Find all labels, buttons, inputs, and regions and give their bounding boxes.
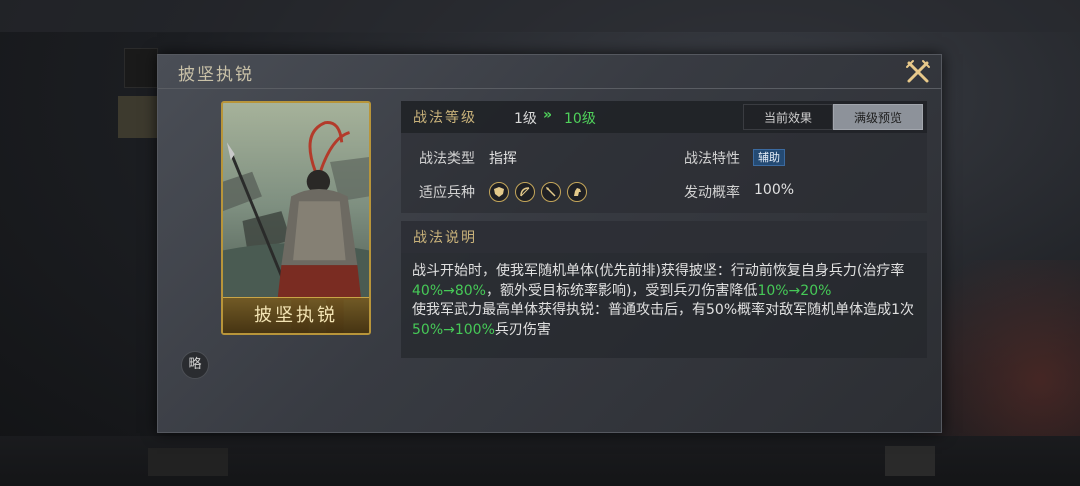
level-label: 战法等级 (413, 110, 477, 126)
description-header: 战法说明 (401, 221, 927, 253)
horse-icon (567, 182, 587, 202)
spear-icon (541, 182, 561, 202)
card-name-plate: 披坚执锐 (223, 297, 369, 333)
tactic-card: 披坚执锐 (221, 101, 371, 335)
tactic-trait-label: 战法特性 (684, 151, 740, 167)
activation-rate-value: 100% (754, 182, 795, 198)
level-bar: 战法等级 1级 » 10级 当前效果 满级预览 (401, 101, 927, 133)
background-bottom-bar (0, 436, 1080, 486)
background-top-bar (0, 0, 1080, 32)
bow-icon (515, 182, 535, 202)
level-from: 1级 (514, 111, 537, 127)
background-button-right (885, 446, 935, 476)
description-highlight: 50%→100% (412, 321, 495, 338)
double-chevron-right-icon: » (543, 107, 553, 123)
description-text-part: 兵刃伤害 (494, 321, 551, 338)
description-text-part: 战斗开始时，使我军随机单体(优先前排)获得披坚：行动前恢复自身兵力(治疗率 (412, 263, 905, 279)
tab-max-level-preview[interactable]: 满级预览 (833, 104, 923, 130)
description-highlight: 10%→20% (757, 282, 832, 299)
description-text-part: 使我军武力最高单体获得执锐：普通攻击后，有50%概率对敌军随机单体造成1次 (412, 302, 915, 318)
description-title: 战法说明 (413, 230, 477, 246)
crossed-swords-close-icon (906, 60, 930, 83)
background-slot (124, 48, 158, 88)
tab-current-effect[interactable]: 当前效果 (743, 104, 833, 130)
tactic-trait-badge: 辅助 (753, 149, 785, 166)
troop-types-label: 适应兵种 (419, 185, 475, 201)
background-button-left (148, 448, 228, 476)
activation-rate-label: 发动概率 (684, 185, 740, 201)
description-text: 战斗开始时，使我军随机单体(优先前排)获得披坚：行动前恢复自身兵力(治疗率 40%… (412, 262, 920, 340)
description-highlight: 40%→80% (412, 282, 486, 299)
level-to: 10级 (564, 111, 596, 127)
tactic-type-label: 战法类型 (419, 151, 475, 167)
card-name: 披坚执锐 (254, 305, 338, 326)
troop-type-icons (489, 182, 587, 202)
background-slot (118, 96, 158, 138)
modal-header: 披坚执锐 (158, 55, 941, 89)
close-button[interactable] (905, 59, 931, 85)
description-text-part: ，额外受目标统率影响)，受到兵刃伤害降低 (485, 282, 758, 299)
abbreviation-badge[interactable]: 略 (181, 351, 209, 379)
shield-icon (489, 182, 509, 202)
tactic-type-value: 指挥 (489, 151, 517, 167)
modal-title: 披坚执锐 (178, 65, 254, 85)
tactic-description-panel: 战法说明 战斗开始时，使我军随机单体(优先前排)获得披坚：行动前恢复自身兵力(治… (401, 221, 927, 358)
tactic-info-panel: 战法等级 1级 » 10级 当前效果 满级预览 战法类型 指挥 战法特性 辅助 … (401, 101, 927, 213)
tactic-detail-modal: 披坚执锐 披坚执锐 略 战法等级 1级 » 10级 当前效果 满级预览 战法类型… (157, 54, 942, 433)
